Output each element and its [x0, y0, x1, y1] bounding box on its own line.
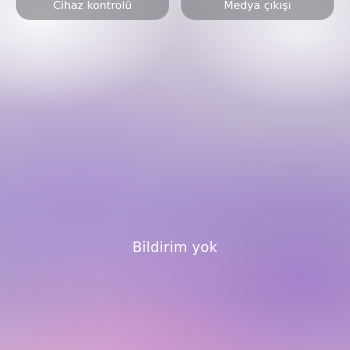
no-notifications-text: Bildirim yok — [132, 240, 218, 256]
device-control-tile[interactable]: Cihaz kontrolü — [16, 0, 169, 20]
media-output-label: Medya çıkışı — [223, 0, 292, 12]
media-output-tile[interactable]: Medya çıkışı — [181, 0, 334, 20]
device-control-label: Cihaz kontrolü — [53, 0, 132, 12]
